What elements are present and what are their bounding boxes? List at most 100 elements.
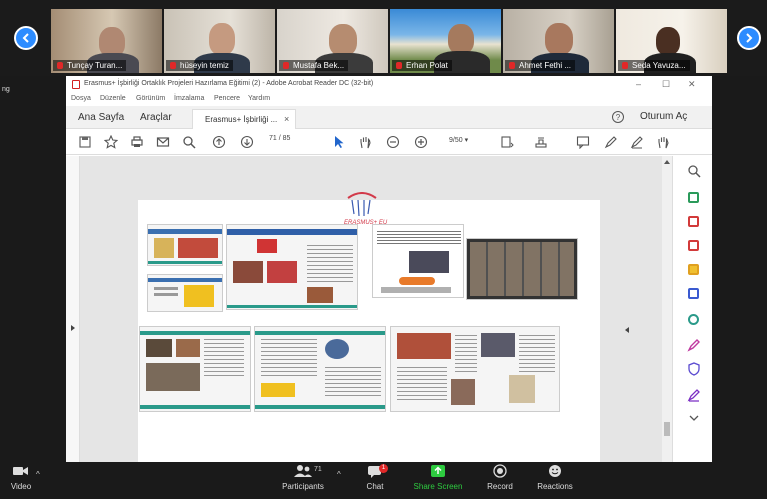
chat-unread-badge: 1 — [379, 464, 388, 473]
muted-mic-icon — [509, 62, 515, 69]
scroll-thumb[interactable] — [664, 422, 670, 436]
document-viewer[interactable]: ERASMUS+ EU — [80, 156, 662, 462]
select-cursor-icon[interactable] — [332, 135, 346, 149]
page-thumbnail — [139, 326, 251, 412]
page-number-field[interactable]: 71 / 85 — [269, 135, 290, 142]
video-button[interactable]: Video — [4, 464, 38, 491]
tab-home[interactable]: Ana Sayfa — [78, 112, 124, 123]
window-title: Erasmus+ İşbirliği Ortaklık Projeleri Ha… — [84, 80, 374, 87]
chevron-left-icon — [22, 33, 29, 43]
fill-sign-icon[interactable] — [687, 338, 701, 352]
search-icon[interactable] — [182, 135, 196, 149]
minimize-button[interactable]: – — [636, 79, 641, 89]
zoom-out-icon[interactable] — [386, 135, 400, 149]
close-window-button[interactable]: ✕ — [688, 79, 696, 90]
comment-icon[interactable] — [576, 135, 590, 149]
page-thumbnail — [466, 238, 578, 300]
participant-tile[interactable]: Erhan Polat — [390, 9, 501, 73]
video-options-chevron-icon[interactable]: ^ — [36, 470, 40, 479]
side-label: ng — [2, 86, 10, 93]
share-hand-icon[interactable] — [656, 135, 670, 149]
fit-page-icon[interactable] — [500, 135, 514, 149]
protect-shield-icon[interactable] — [687, 362, 701, 376]
next-page-button[interactable] — [737, 26, 761, 50]
scroll-up-icon[interactable] — [663, 159, 671, 165]
participant-name: Erhan Polat — [392, 60, 452, 71]
vertical-scrollbar[interactable] — [662, 156, 672, 462]
share-screen-button[interactable]: Share Screen — [410, 464, 466, 491]
participants-icon — [294, 465, 312, 477]
print-icon[interactable] — [130, 135, 144, 149]
page-thumbnail — [226, 224, 358, 310]
participant-name: hüseyin temiz — [166, 60, 233, 71]
record-icon — [493, 464, 507, 478]
hand-tool-icon[interactable] — [358, 135, 372, 149]
zoom-meeting-window: Tunçay Turan... hüseyin temiz Mustafa Be… — [0, 0, 767, 499]
menu-bar: Dosya Düzenle Görünüm İmzalama Pencere Y… — [66, 93, 712, 106]
muted-mic-icon — [622, 62, 628, 69]
video-camera-icon — [13, 467, 28, 475]
menu-file[interactable]: Dosya — [71, 95, 91, 102]
page-thumbnail — [372, 224, 464, 298]
muted-mic-icon — [57, 62, 63, 69]
bookmark-star-icon[interactable] — [104, 135, 118, 149]
menu-edit[interactable]: Düzenle — [100, 95, 126, 102]
organize-pages-icon[interactable] — [688, 314, 699, 325]
participants-options-chevron-icon[interactable]: ^ — [337, 470, 341, 479]
combine-files-icon[interactable] — [688, 288, 699, 299]
participant-tile[interactable]: Tunçay Turan... — [51, 9, 162, 73]
save-icon[interactable] — [78, 135, 92, 149]
maximize-button[interactable]: ☐ — [662, 79, 670, 90]
reactions-button[interactable]: Reactions — [532, 464, 578, 491]
menu-view[interactable]: Görünüm — [136, 95, 165, 102]
participant-name: Seda Yavuza... — [618, 60, 690, 71]
page-down-icon[interactable] — [240, 135, 254, 149]
tab-tools[interactable]: Araçlar — [140, 112, 172, 123]
expand-tools-icon[interactable] — [689, 414, 699, 422]
comment-tool-icon[interactable] — [688, 264, 699, 275]
tab-document-label: Erasmus+ İşbirliği ... — [205, 115, 278, 124]
sign-icon[interactable] — [630, 135, 644, 149]
zoom-level-select[interactable]: 9/50 ▾ — [449, 136, 468, 144]
more-tools-pen-icon[interactable] — [687, 388, 701, 402]
participant-count: 71 — [314, 466, 322, 473]
sign-in-button[interactable]: Oturum Aç — [640, 111, 687, 122]
tab-bar: Ana Sayfa Araçlar Erasmus+ İşbirliği ...… — [66, 106, 712, 129]
page-up-icon[interactable] — [212, 135, 226, 149]
participant-name: Ahmet Fethi ... — [505, 60, 576, 71]
window-titlebar: Erasmus+ İşbirliği Ortaklık Projeleri Ha… — [66, 76, 712, 93]
zoom-search-icon[interactable] — [687, 164, 701, 178]
page-thumbnail — [147, 224, 223, 266]
participant-tile[interactable]: hüseyin temiz — [164, 9, 275, 73]
page-thumbnail — [390, 326, 560, 412]
collapse-arrow-icon[interactable] — [623, 326, 631, 334]
navigation-pane-toggle[interactable] — [66, 156, 80, 462]
participant-tile[interactable]: Seda Yavuza... — [616, 9, 727, 73]
share-screen-icon — [431, 465, 445, 477]
zoom-in-icon[interactable] — [414, 135, 428, 149]
acrobat-icon — [72, 80, 80, 89]
reactions-smiley-icon — [549, 465, 561, 477]
menu-window[interactable]: Pencere — [214, 95, 240, 102]
participant-tile[interactable]: Ahmet Fethi ... — [503, 9, 614, 73]
erasmus-logo — [347, 192, 377, 217]
export-pdf-icon[interactable] — [688, 192, 699, 203]
stamp-icon[interactable] — [534, 135, 548, 149]
email-icon[interactable] — [156, 135, 170, 149]
menu-help[interactable]: Yardım — [248, 95, 270, 102]
participant-name: Tunçay Turan... — [53, 60, 127, 71]
participant-tile[interactable]: Mustafa Bek... — [277, 9, 388, 73]
tab-document[interactable]: Erasmus+ İşbirliği ... × — [192, 109, 296, 129]
participant-gallery: Tunçay Turan... hüseyin temiz Mustafa Be… — [0, 0, 767, 76]
pdf-page: ERASMUS+ EU — [138, 192, 600, 462]
edit-pdf-icon[interactable] — [688, 240, 699, 251]
highlight-pen-icon[interactable] — [604, 135, 618, 149]
close-tab-icon[interactable]: × — [284, 114, 289, 124]
help-icon[interactable]: ? — [612, 111, 624, 123]
create-pdf-icon[interactable] — [688, 216, 699, 227]
tools-pane — [672, 156, 712, 462]
previous-page-button[interactable] — [14, 26, 38, 50]
muted-mic-icon — [170, 62, 176, 69]
record-button[interactable]: Record — [482, 464, 518, 491]
menu-sign[interactable]: İmzalama — [174, 95, 204, 102]
